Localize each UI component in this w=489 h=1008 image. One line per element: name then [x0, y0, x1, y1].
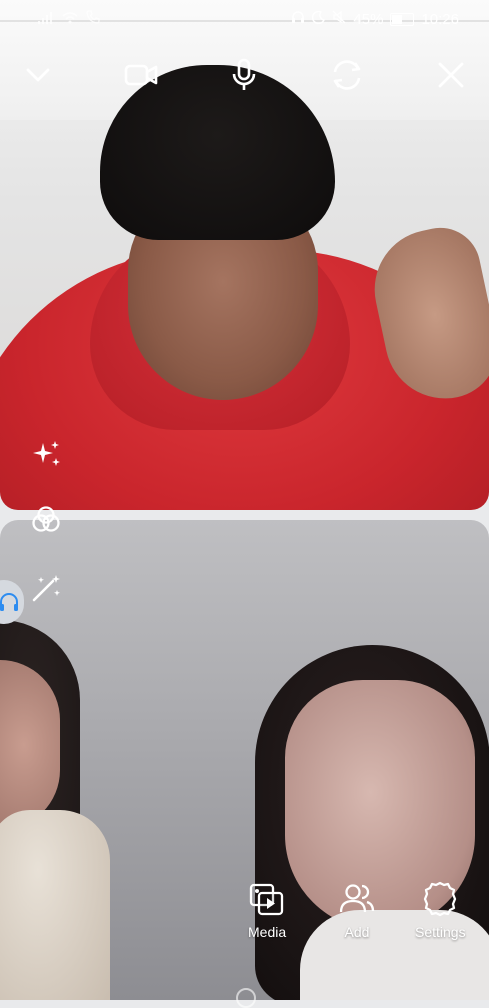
gear-icon: [424, 881, 457, 917]
add-people-icon: [339, 884, 375, 913]
filter-circles-icon: [32, 506, 60, 532]
bottom-actions: Media Add Settings: [0, 880, 489, 970]
status-right: 45% 10:26: [291, 10, 459, 28]
battery-icon: [390, 12, 415, 26]
headphones-icon: [0, 593, 18, 611]
magic-wand-icon: [32, 575, 60, 602]
wifi-icon: [62, 11, 78, 28]
call-controls: [0, 50, 489, 102]
sparkles-icon: [33, 441, 60, 466]
clock: 10:26: [421, 10, 459, 28]
microphone-icon: [232, 58, 256, 90]
microphone-button[interactable]: [219, 50, 269, 100]
headset-icon: [291, 10, 305, 28]
signal-icon: [38, 11, 54, 28]
filters-button[interactable]: [26, 500, 66, 540]
minimize-button[interactable]: [13, 50, 63, 100]
moon-icon: [312, 10, 326, 28]
effects-button[interactable]: [26, 434, 66, 474]
video-camera-icon: [124, 64, 158, 86]
settings-label: Settings: [415, 924, 466, 940]
end-call-button[interactable]: [426, 50, 476, 100]
home-icon[interactable]: [236, 988, 256, 1008]
add-label: Add: [344, 924, 370, 940]
add-people-button[interactable]: Add: [338, 880, 376, 940]
status-bar: 45% 10:26: [0, 0, 489, 38]
close-icon: [438, 62, 464, 88]
switch-camera-button[interactable]: [322, 50, 372, 100]
video-toggle-button[interactable]: [116, 50, 166, 100]
media-label: Media: [248, 924, 287, 940]
status-left: [38, 10, 100, 28]
chevron-down-icon: [26, 68, 50, 82]
media-button[interactable]: Media: [248, 880, 286, 940]
mute-icon: [332, 10, 346, 28]
magic-button[interactable]: [26, 568, 66, 608]
switch-camera-icon: [333, 60, 361, 90]
battery-percent: 45%: [353, 10, 384, 28]
system-navigation-bar: [0, 984, 489, 1008]
settings-button[interactable]: Settings: [415, 880, 466, 940]
media-icon: [249, 883, 284, 916]
phone-icon: [86, 10, 100, 28]
